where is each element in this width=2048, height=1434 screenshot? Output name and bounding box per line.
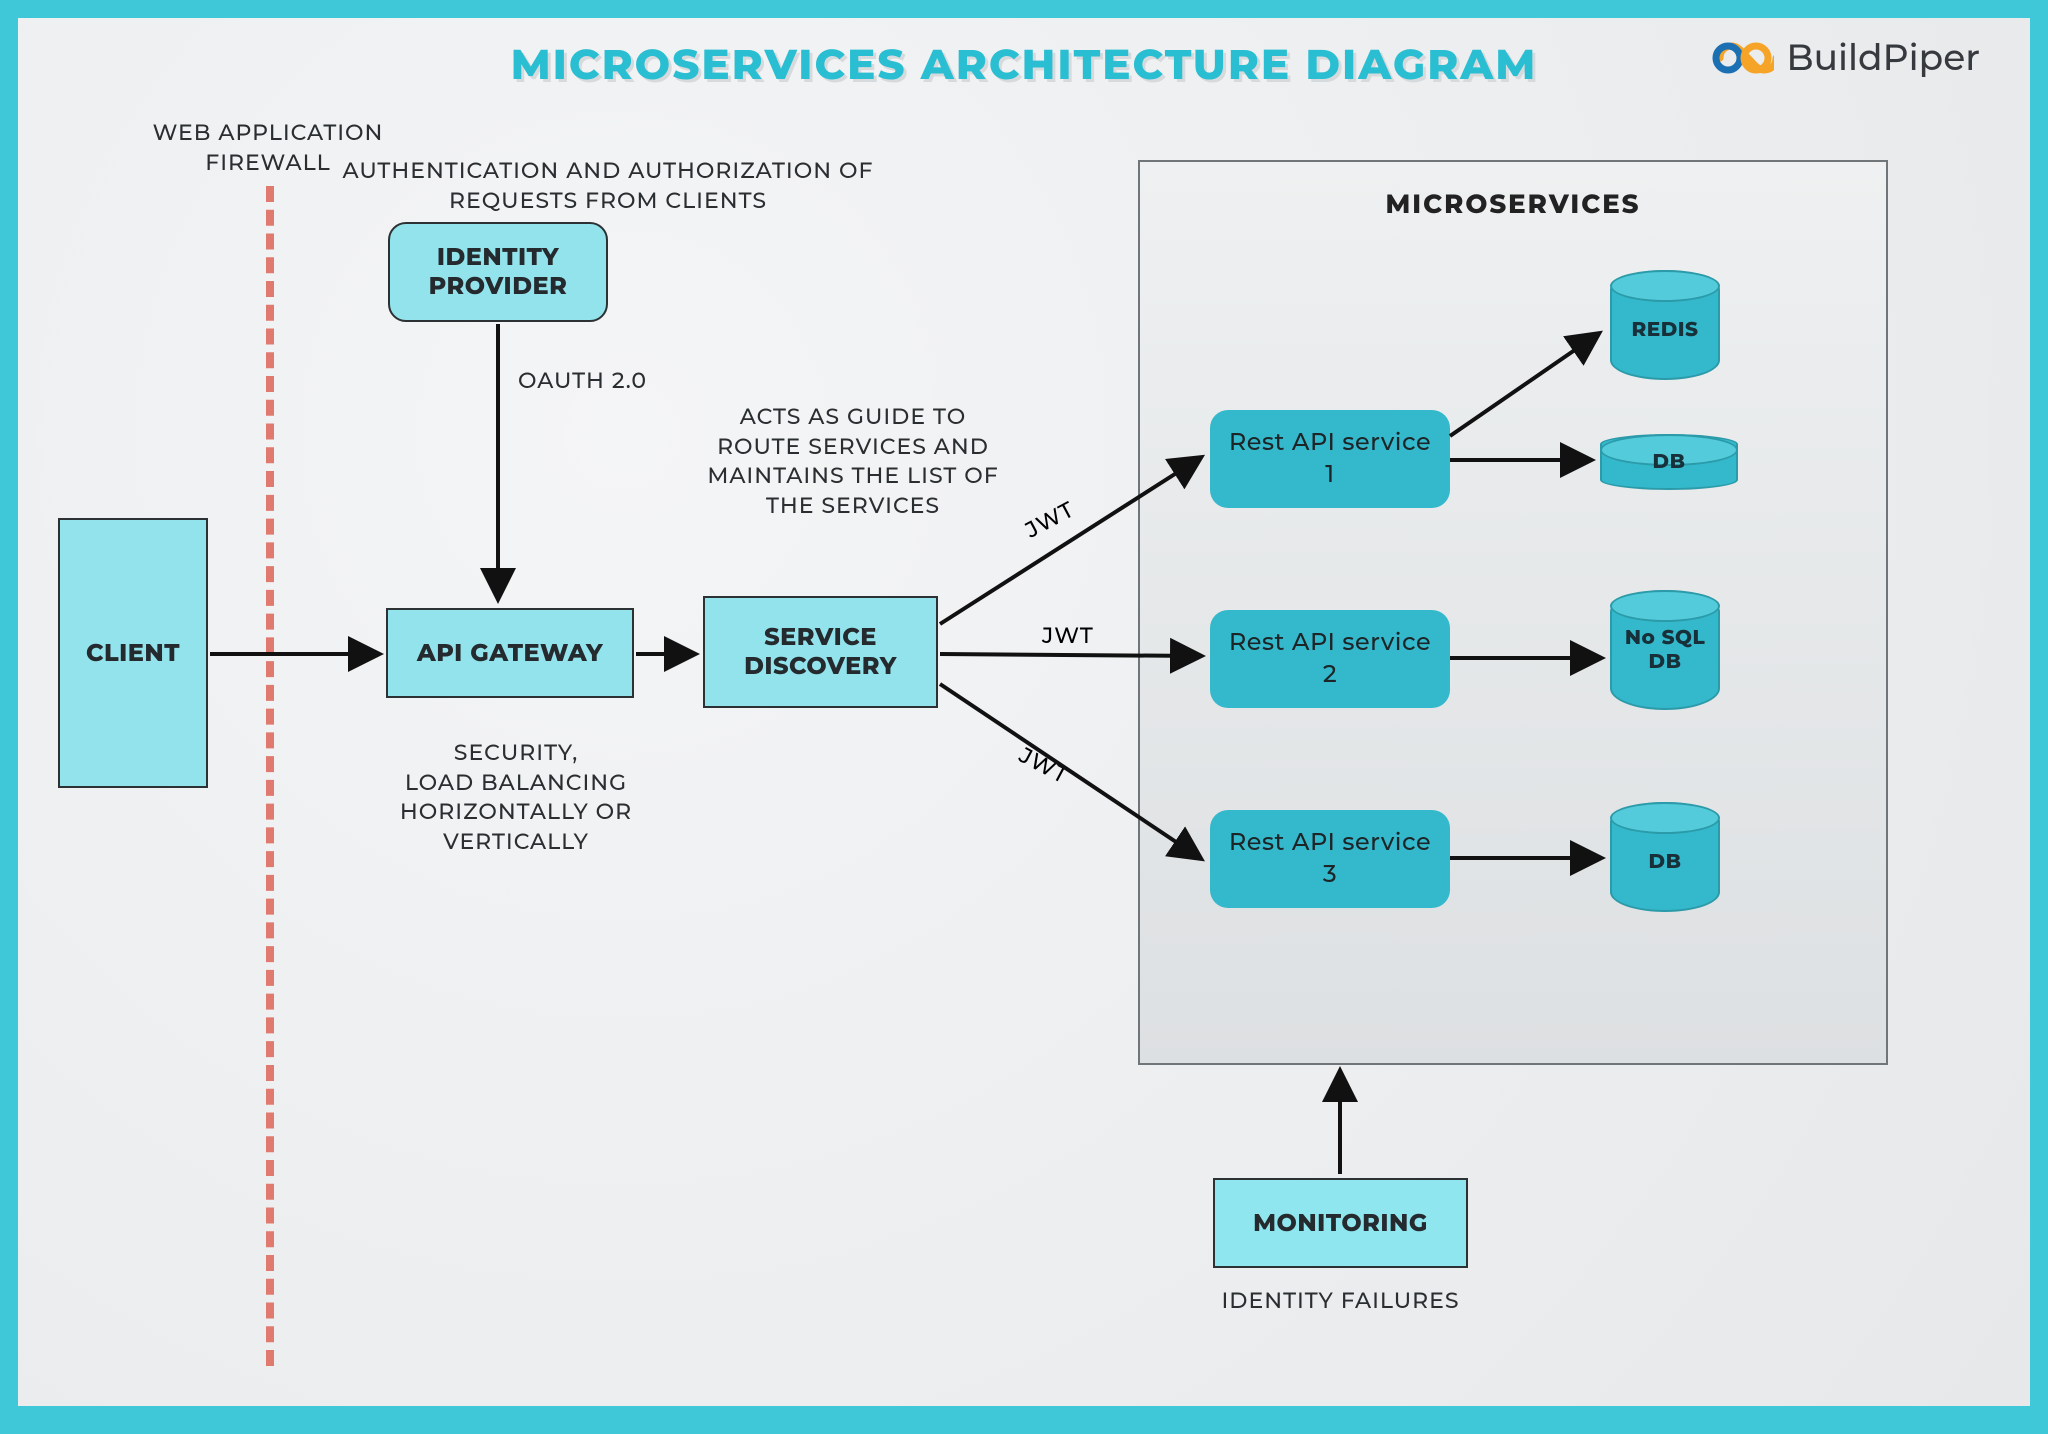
service-2: Rest API service2: [1210, 610, 1450, 708]
infinity-icon: [1710, 38, 1774, 78]
node-identity-provider: IDENTITYPROVIDER: [388, 222, 608, 322]
monitoring-annotation: IDENTITY FAILURES: [1213, 1286, 1468, 1316]
microservices-panel: MICROSERVICES Rest API service1 Rest API…: [1138, 160, 1888, 1065]
node-client: CLIENT: [58, 518, 208, 788]
jwt-label-1: JWT: [1021, 495, 1079, 543]
store-nosql: No SQLDB: [1610, 590, 1720, 710]
oauth-label: OAUTH 2.0: [518, 366, 647, 396]
store-redis: REDIS: [1610, 270, 1720, 380]
service-3: Rest API service3: [1210, 810, 1450, 908]
microservices-title: MICROSERVICES: [1140, 188, 1886, 220]
sd-annotation: ACTS AS GUIDE TOROUTE SERVICES ANDMAINTA…: [698, 402, 1008, 521]
firewall-divider: [266, 186, 274, 1366]
brand-logo: BuildPiper: [1710, 36, 1980, 80]
node-api-gateway: API GATEWAY: [386, 608, 634, 698]
node-monitoring: MONITORING: [1213, 1178, 1468, 1268]
node-service-discovery: SERVICEDISCOVERY: [703, 596, 938, 708]
auth-annotation: AUTHENTICATION AND AUTHORIZATION OFREQUE…: [328, 156, 888, 215]
store-db3: DB: [1610, 802, 1720, 912]
service-1: Rest API service1: [1210, 410, 1450, 508]
gateway-annotation: SECURITY,LOAD BALANCINGHORIZONTALLY ORVE…: [386, 738, 646, 857]
jwt-label-3: JWT: [1015, 741, 1073, 789]
diagram-frame: MICROSERVICES ARCHITECTURE DIAGRAM Build…: [0, 0, 2048, 1434]
store-db1: DB: [1600, 434, 1738, 490]
jwt-label-2: JWT: [1042, 622, 1094, 649]
brand-name: BuildPiper: [1786, 36, 1980, 80]
